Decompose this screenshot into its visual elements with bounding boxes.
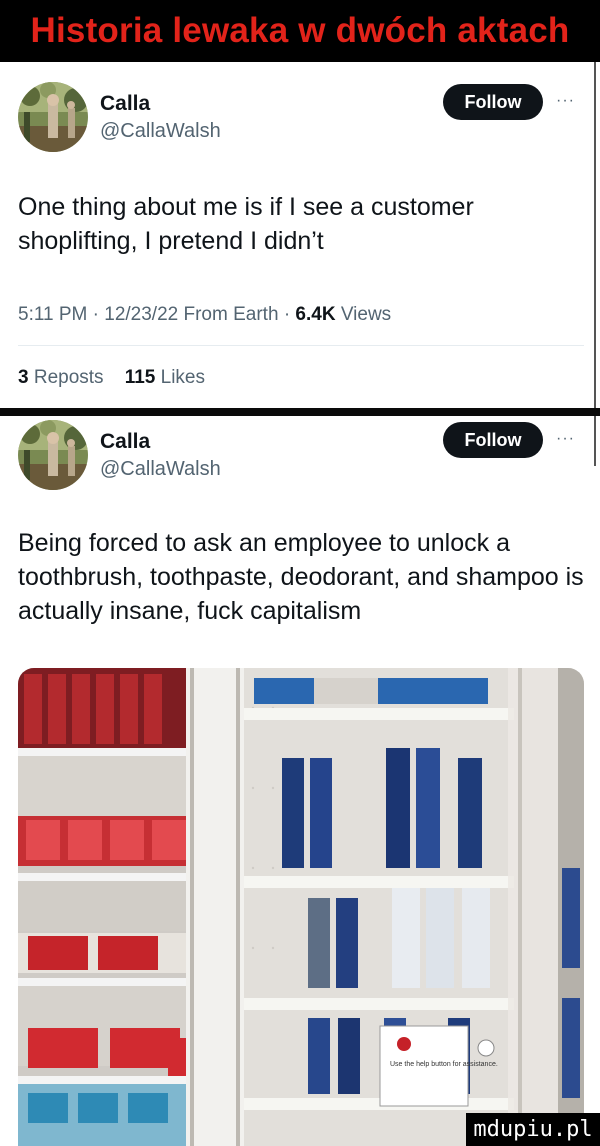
help-sign-text: Use the help button for assistance. [390, 1061, 498, 1068]
scrollbar[interactable] [594, 62, 596, 408]
views-count: 6.4K [295, 304, 336, 325]
tweet-date[interactable]: 12/23/22 [104, 304, 178, 325]
tweet-1: Calla @CallaWalsh Follow ··· One thing a… [0, 62, 600, 410]
tweet-source: From Earth [183, 304, 279, 325]
scrollbar[interactable] [594, 416, 596, 466]
reposts-count[interactable]: 3 [18, 367, 29, 388]
divider [18, 345, 584, 346]
tweet-photo[interactable]: Use the help button for assistance. [18, 668, 584, 1146]
more-options-icon[interactable]: ··· [556, 92, 575, 110]
follow-button[interactable]: Follow [443, 84, 543, 120]
banner-title: Historia lewaka w dwóch aktach [30, 11, 570, 50]
likes-count[interactable]: 115 [125, 367, 156, 388]
avatar[interactable] [18, 82, 88, 152]
tweet-text: Being forced to ask an employee to unloc… [18, 529, 584, 625]
likes-label[interactable]: Likes [161, 367, 205, 388]
tweet-text: One thing about me is if I see a custome… [18, 193, 474, 255]
display-name[interactable]: Calla [100, 430, 150, 454]
more-options-icon[interactable]: ··· [556, 430, 575, 448]
user-handle[interactable]: @CallaWalsh [100, 458, 221, 481]
views-label: Views [340, 304, 392, 325]
reposts-label[interactable]: Reposts [34, 367, 104, 388]
follow-button[interactable]: Follow [443, 422, 543, 458]
display-name[interactable]: Calla [100, 92, 150, 116]
avatar[interactable] [18, 420, 88, 490]
user-handle[interactable]: @CallaWalsh [100, 120, 221, 143]
title-banner: Historia lewaka w dwóch aktach [0, 0, 600, 62]
tweet-time[interactable]: 5:11 PM [18, 304, 87, 325]
separator: · [92, 304, 105, 325]
engagement-stats: 3 Reposts 115 Likes [18, 367, 205, 389]
watermark: mdupiu.pl [466, 1113, 600, 1146]
tweet-metadata: 5:11 PM · 12/23/22 From Earth · 6.4K Vie… [18, 304, 391, 326]
watermark-text: mdupiu.pl [473, 1117, 593, 1142]
separator: · [283, 304, 296, 325]
